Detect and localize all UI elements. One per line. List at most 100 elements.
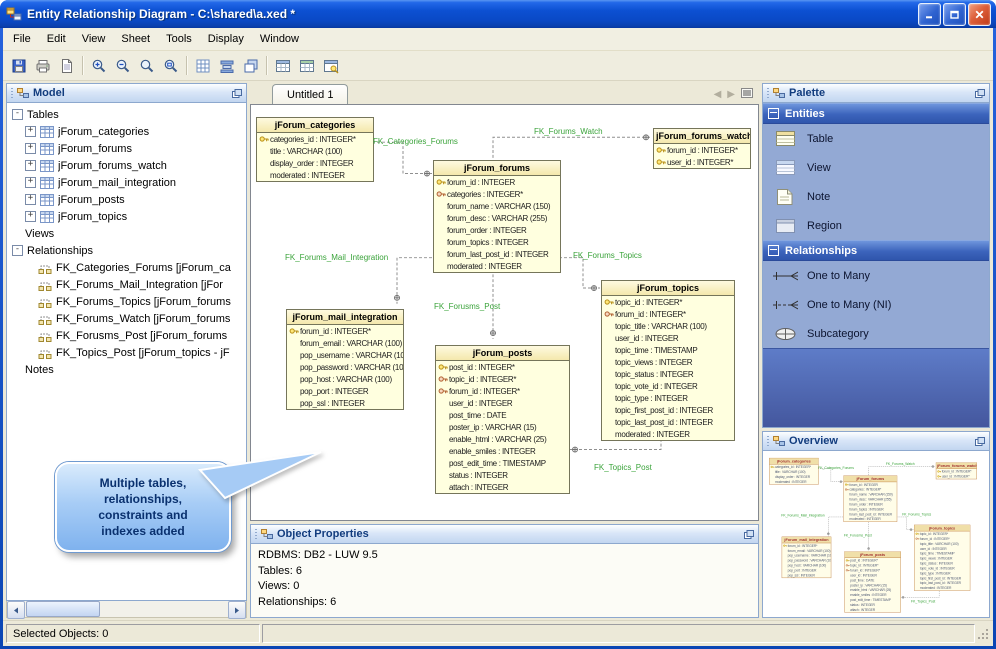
erd-table-jforum-forums[interactable]: jForum_forums forum_id : INTEGER categorie… (433, 160, 561, 273)
palette-item-note[interactable]: Note (763, 182, 989, 211)
diagram-canvas[interactable]: jForum_categories categories_id : INTEGER… (250, 104, 759, 521)
pk-key-icon (438, 363, 449, 371)
print-button[interactable] (31, 55, 54, 77)
collapse-icon[interactable] (768, 108, 779, 119)
palette-section-relationships[interactable]: Relationships (763, 240, 989, 261)
overview-dock-button[interactable] (975, 436, 985, 446)
maximize-button[interactable] (943, 2, 966, 26)
zoom-in-button[interactable] (87, 55, 110, 77)
panel-grip[interactable] (255, 529, 257, 539)
tree-item-fk-forums-watch-jforum-forums[interactable]: FK_Forums_Watch [jForum_forums (7, 310, 246, 327)
bring-front-button[interactable] (239, 55, 262, 77)
menu-view[interactable]: View (74, 28, 114, 50)
erd-column-text: topic_status : INTEGER (615, 369, 694, 379)
collapse-toggle-icon[interactable]: - (12, 245, 23, 256)
scroll-left-button[interactable] (7, 601, 25, 619)
overview-minimap[interactable]: jForum_categories categories_id : INTEGER… (762, 451, 990, 618)
tree-item-jforum-categories[interactable]: + jForum_categories (7, 123, 246, 140)
resize-grip[interactable] (977, 627, 991, 641)
erd-column: pop_password : VARCHAR (100) (782, 558, 831, 563)
erd-column-text: topic_vote_id : INTEGER (919, 566, 955, 571)
erd-table-jforum-mail-integration[interactable]: jForum_mail_integration forum_id : INTEGE… (286, 309, 404, 410)
erd-table-jforum-posts[interactable]: jForum_posts post_id : INTEGER* topic_id :… (435, 345, 570, 494)
menu-sheet[interactable]: Sheet (113, 28, 158, 50)
tree-item-notes[interactable]: Notes (7, 361, 246, 378)
panel-grip[interactable] (767, 88, 769, 98)
tree-item-relationships[interactable]: - Relationships (7, 242, 246, 259)
save-button[interactable] (7, 55, 30, 77)
erd-column: pop_username : VARCHAR (100) (782, 553, 831, 558)
panel-grip[interactable] (767, 436, 769, 446)
palette-item-region[interactable]: Region (763, 211, 989, 240)
menu-file[interactable]: File (5, 28, 39, 50)
zoom-out-button[interactable] (111, 55, 134, 77)
erd-column: forum_id : INTEGER* (936, 469, 976, 474)
layout-grid-button[interactable] (191, 55, 214, 77)
model-hscrollbar[interactable] (6, 601, 247, 619)
menu-display[interactable]: Display (200, 28, 252, 50)
tree-item-jforum-posts[interactable]: + jForum_posts (7, 191, 246, 208)
title-bar[interactable]: Entity Relationship Diagram - C:\shared\… (0, 0, 996, 28)
table-add-button[interactable] (271, 55, 294, 77)
expand-toggle-icon[interactable]: + (25, 177, 36, 188)
fk-key-icon (845, 564, 851, 567)
palette-empty-area (763, 348, 989, 427)
expand-toggle-icon[interactable]: + (25, 160, 36, 171)
erd-column-text: topic_id : INTEGER* (850, 563, 879, 568)
menu-window[interactable]: Window (252, 28, 307, 50)
scroll-thumb[interactable] (26, 601, 100, 617)
palette-item-table[interactable]: Table (763, 124, 989, 153)
erd-column: pop_port : INTEGER (782, 568, 831, 573)
scroll-track[interactable] (25, 601, 228, 617)
erd-column-text: attach : INTEGER (850, 607, 876, 612)
expand-toggle-icon[interactable]: + (25, 143, 36, 154)
erd-table-jforum-topics[interactable]: jForum_topics topic_id : INTEGER* forum_id… (601, 280, 735, 441)
object-properties-dock-button[interactable] (744, 529, 754, 539)
align-center-button[interactable] (215, 55, 238, 77)
tree-item-jforum-topics[interactable]: + jForum_topics (7, 208, 246, 225)
tree-item-fk-forums-mail-integration-jfor[interactable]: FK_Forums_Mail_Integration [jFor (7, 276, 246, 293)
menu-edit[interactable]: Edit (39, 28, 74, 50)
tab-prev-button[interactable]: ◀ (714, 89, 722, 100)
fk-key-icon (844, 488, 850, 491)
tree-item-tables[interactable]: - Tables (7, 106, 246, 123)
tree-item-fk-forusms-post-jforum-forums[interactable]: FK_Forusms_Post [jForum_forums (7, 327, 246, 344)
tree-item-jforum-forums-watch[interactable]: + jForum_forums_watch (7, 157, 246, 174)
tab-untitled-1[interactable]: Untitled 1 (272, 84, 349, 104)
expand-toggle-icon[interactable]: + (25, 126, 36, 137)
palette-dock-button[interactable] (975, 88, 985, 98)
close-button[interactable] (968, 2, 991, 26)
tree-item-views[interactable]: Views (7, 225, 246, 242)
palette-item-view[interactable]: View (763, 153, 989, 182)
tree-item-jforum-forums[interactable]: + jForum_forums (7, 140, 246, 157)
palette-section-entities[interactable]: Entities (763, 103, 989, 124)
palette-item-one-to-many-ni[interactable]: One to Many (NI) (763, 290, 989, 319)
erd-table-jforum-forums-watch[interactable]: jForum_forums_watch forum_id : INTEGER* us… (653, 128, 751, 169)
erd-column-text: forum_email : VARCHAR (100) (300, 338, 403, 348)
expand-toggle-icon[interactable]: + (25, 211, 36, 222)
tree-item-fk-forums-topics-jforum-forums[interactable]: FK_Forums_Topics [jForum_forums (7, 293, 246, 310)
table-index-button[interactable] (319, 55, 342, 77)
menu-tools[interactable]: Tools (158, 28, 200, 50)
expand-toggle-icon[interactable]: + (25, 194, 36, 205)
page-button[interactable] (55, 55, 78, 77)
tab-next-button[interactable]: ▶ (727, 89, 735, 100)
minimize-button[interactable] (918, 2, 941, 26)
collapse-icon[interactable] (768, 245, 779, 256)
scroll-right-button[interactable] (228, 601, 246, 619)
panel-grip[interactable] (11, 88, 13, 98)
table-view-button[interactable] (295, 55, 318, 77)
model-dock-button[interactable] (232, 88, 242, 98)
collapse-toggle-icon[interactable]: - (12, 109, 23, 120)
palette-item-subcategory[interactable]: Subcategory (763, 319, 989, 348)
zoom-normal-button[interactable] (135, 55, 158, 77)
zoom-fit-button[interactable] (159, 55, 182, 77)
erd-table-jforum-categories[interactable]: jForum_categories categories_id : INTEGER… (256, 117, 374, 182)
tree-item-fk-categories-forums-jforum-ca[interactable]: FK_Categories_Forums [jForum_ca (7, 259, 246, 276)
tab-list-button[interactable] (741, 88, 753, 101)
tree-item-fk-topics-post-jforum-topics-jf[interactable]: FK_Topics_Post [jForum_topics - jF (7, 344, 246, 361)
erd-column-text: post_edit_time : TIMESTAMP (850, 597, 891, 602)
tree-item-jforum-mail-integration[interactable]: + jForum_mail_integration (7, 174, 246, 191)
erd-table-title: jForum_posts (844, 551, 901, 558)
palette-item-one-to-many[interactable]: One to Many (763, 261, 989, 290)
